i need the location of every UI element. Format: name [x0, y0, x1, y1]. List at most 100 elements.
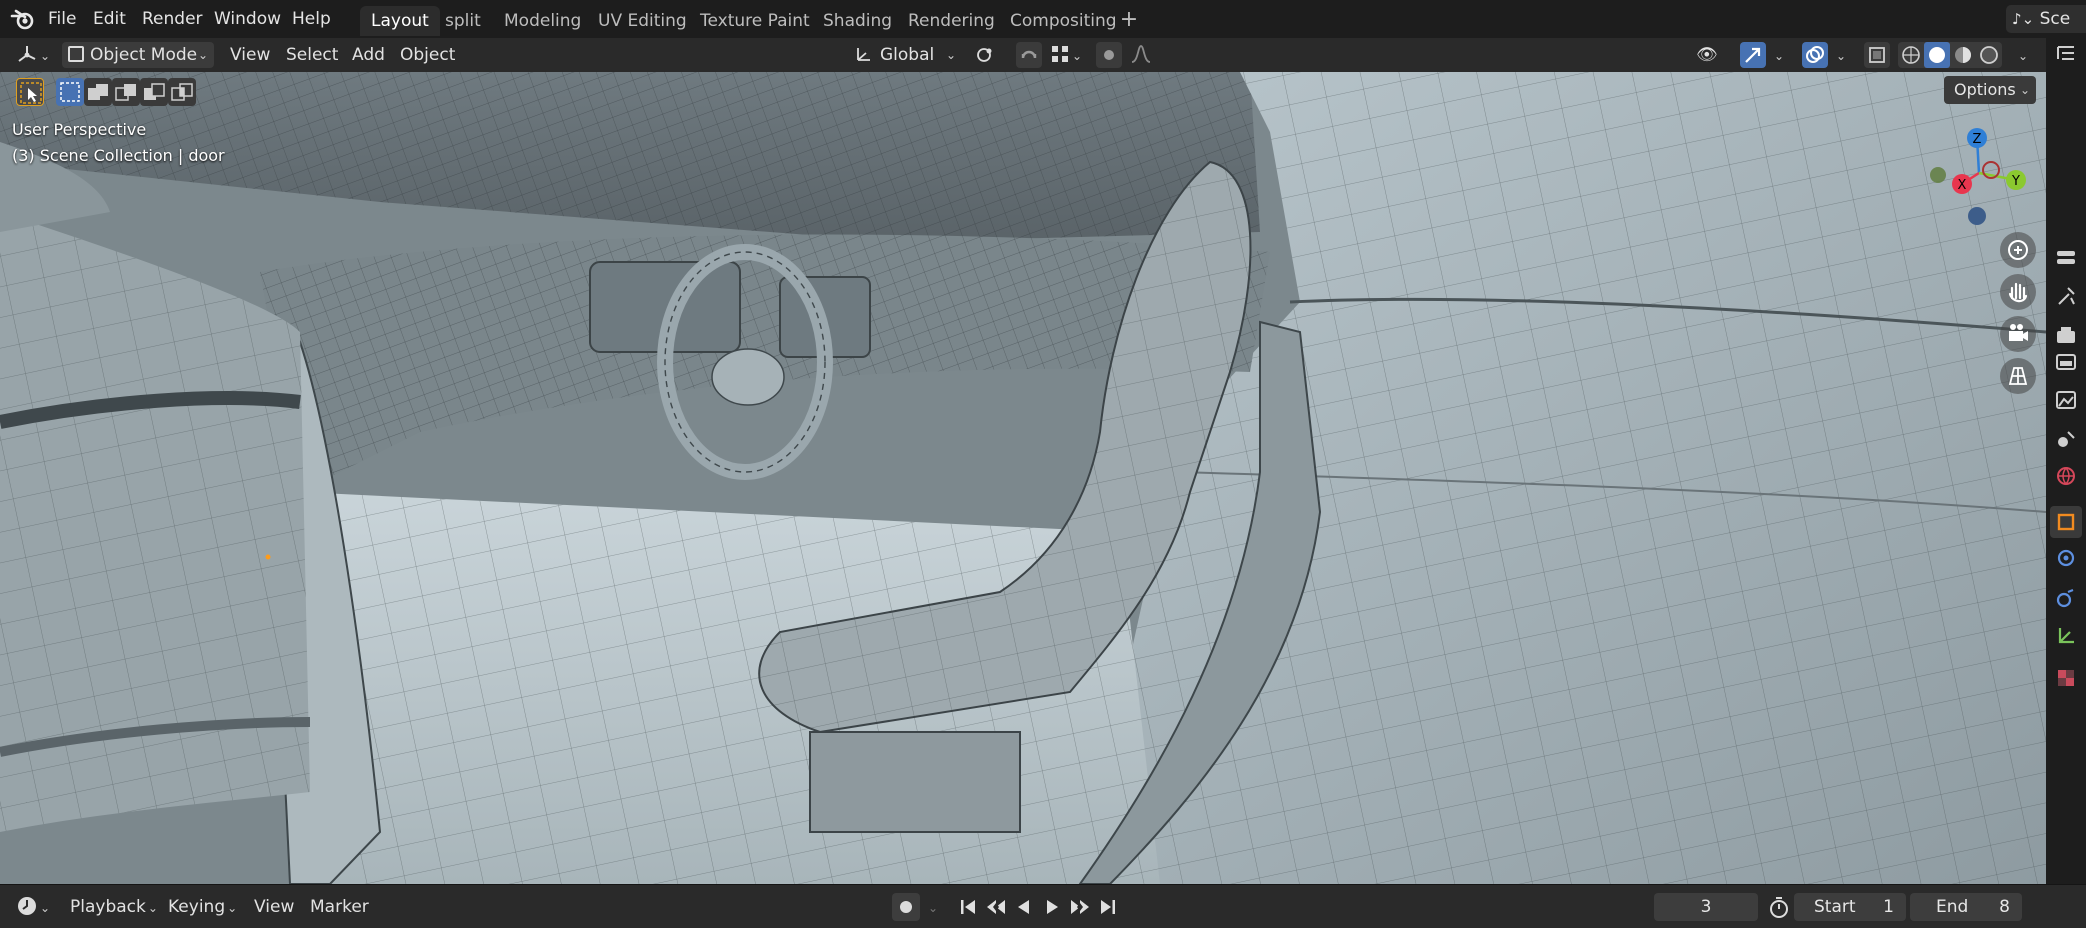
auto-keying-toggle[interactable]	[892, 893, 920, 921]
xray-toggle[interactable]	[1864, 42, 1890, 68]
snap-toggle[interactable]	[1016, 42, 1042, 68]
clock-icon	[18, 897, 36, 915]
chevron-down-icon: ⌄	[1773, 49, 1785, 63]
3d-viewport[interactable]: User Perspective (3) Scene Collection | …	[0, 72, 2046, 884]
tab-compositing[interactable]: Compositing	[999, 6, 1128, 36]
constraint-properties-icon[interactable]	[2054, 624, 2078, 648]
jump-end-icon[interactable]	[1096, 896, 1120, 918]
play-icon[interactable]	[1040, 896, 1064, 918]
properties-tab-strip	[2046, 38, 2086, 884]
jump-keyframe-next-icon[interactable]	[1068, 896, 1092, 918]
select-mode-extend[interactable]	[84, 78, 112, 106]
pivot-point-dropdown[interactable]: ⌄	[970, 42, 1004, 89]
select-mode-new[interactable]	[56, 78, 84, 106]
chevron-down-icon: ⌄	[39, 901, 51, 915]
jump-keyframe-prev-icon[interactable]	[984, 896, 1008, 918]
menu-file[interactable]: File	[42, 7, 82, 31]
play-reverse-icon[interactable]	[1012, 896, 1036, 918]
menu-add[interactable]: Add	[346, 42, 391, 68]
menu-render[interactable]: Render	[136, 7, 209, 31]
zoom-button[interactable]	[2000, 232, 2036, 268]
pan-button[interactable]	[2000, 274, 2036, 310]
tab-layout[interactable]: Layout	[360, 6, 440, 36]
tab-uv-editing[interactable]: UV Editing	[587, 6, 698, 36]
properties-editor-icon[interactable]	[2054, 246, 2078, 270]
start-frame-field[interactable]: Start 1	[1794, 893, 1906, 921]
render-properties-icon[interactable]	[2054, 324, 2078, 348]
tab-rendering[interactable]: Rendering	[897, 6, 1006, 36]
physics-properties-icon[interactable]	[2054, 586, 2078, 610]
world-properties-icon[interactable]	[2054, 464, 2078, 488]
scene-collection-label: (3) Scene Collection | door	[12, 146, 225, 165]
menu-select[interactable]: Select	[280, 42, 344, 68]
scene-properties-icon[interactable]	[2054, 428, 2078, 452]
chevron-down-icon: ⌄	[1071, 49, 1083, 63]
add-workspace-button[interactable]: +	[1118, 6, 1140, 34]
keying-menu[interactable]: Keying ⌄	[162, 893, 245, 921]
start-frame-label: Start	[1814, 897, 1856, 917]
wireframe-shading-icon[interactable]	[1898, 42, 1924, 68]
preview-range-toggle[interactable]	[1766, 893, 1792, 921]
select-box-tool[interactable]	[16, 78, 44, 106]
solid-shading-button[interactable]	[1924, 42, 1950, 68]
auto-keying-options-dropdown[interactable]: ⌄	[920, 893, 946, 921]
zoom-icon	[2008, 240, 2028, 260]
snap-target-dropdown[interactable]: ⌄	[1044, 42, 1090, 68]
end-frame-field[interactable]: End 8	[1910, 893, 2022, 921]
playback-menu[interactable]: Playback ⌄	[64, 893, 166, 921]
object-properties-icon	[2057, 513, 2075, 531]
menu-window[interactable]: Window	[208, 7, 287, 31]
outliner-icon[interactable]	[2054, 42, 2078, 66]
object-properties-tab[interactable]	[2050, 506, 2082, 538]
stopwatch-icon	[1770, 897, 1788, 918]
options-label: Options	[1954, 80, 2016, 99]
jump-start-icon[interactable]	[956, 896, 980, 918]
mode-dropdown[interactable]: Object Mode ⌄	[62, 42, 214, 68]
select-mode-intersect[interactable]	[168, 78, 196, 106]
chevron-down-icon: ⌄	[1835, 49, 1847, 63]
tab-texture-paint[interactable]: Texture Paint	[689, 6, 821, 36]
scene-selector[interactable]: ♪⌄ Sce	[2006, 5, 2086, 33]
gizmo-options-dropdown[interactable]: ⌄	[1766, 42, 1792, 68]
select-mode-invert[interactable]	[140, 78, 168, 106]
tab-modeling[interactable]: Modeling	[493, 6, 592, 36]
blender-logo-icon[interactable]	[10, 7, 36, 31]
transform-orientation-label: Global	[880, 45, 935, 65]
transform-orientation-dropdown[interactable]: Global ⌄	[848, 42, 960, 68]
material-shading-icon[interactable]	[1950, 42, 1976, 68]
timeline-view-menu[interactable]: View	[248, 893, 300, 921]
editor-type-button[interactable]: ⌄	[10, 42, 58, 68]
gizmo-toggle[interactable]	[1740, 42, 1766, 68]
tab-shading[interactable]: Shading	[812, 6, 903, 36]
top-menu-bar: File Edit Render Window Help Layout spli…	[0, 0, 2086, 38]
select-mode-subtract[interactable]	[112, 78, 140, 106]
marker-menu[interactable]: Marker	[304, 893, 375, 921]
tab-split[interactable]: split	[434, 6, 492, 36]
view-layer-properties-icon[interactable]	[2054, 388, 2078, 412]
falloff-dropdown[interactable]: ⌄	[1124, 42, 1164, 89]
select-subtract-icon	[115, 84, 136, 101]
rendered-shading-icon[interactable]	[1976, 42, 2002, 68]
menu-object[interactable]: Object	[394, 42, 461, 68]
ortho-toggle-button[interactable]	[2000, 358, 2036, 394]
eye-icon: 👁	[1696, 45, 1718, 65]
modifier-properties-icon[interactable]	[2054, 546, 2078, 570]
current-frame-field[interactable]: 3	[1654, 893, 1758, 921]
proportional-edit-toggle[interactable]	[1096, 42, 1122, 68]
gizmo-arrow-icon	[1745, 47, 1761, 63]
navigation-gizmo[interactable]: Z X Y	[1924, 118, 2034, 228]
tool-properties-icon[interactable]	[2054, 284, 2078, 308]
menu-view[interactable]: View	[224, 42, 276, 68]
visibility-dropdown[interactable]: 👁⌄	[1690, 42, 1730, 89]
menu-edit[interactable]: Edit	[87, 7, 132, 31]
texture-properties-icon[interactable]	[2054, 666, 2078, 690]
options-dropdown[interactable]: Options ⌄	[1944, 76, 2036, 104]
overlays-options-dropdown[interactable]: ⌄	[1828, 42, 1854, 68]
timeline-header: ⌄ Playback ⌄ Keying ⌄ View Marker ⌄ 3 Star…	[0, 884, 2086, 928]
camera-view-button[interactable]	[2000, 316, 2036, 352]
overlays-toggle[interactable]	[1802, 42, 1828, 68]
menu-help[interactable]: Help	[286, 7, 337, 31]
output-properties-icon[interactable]	[2054, 350, 2078, 374]
timeline-editor-type-button[interactable]: ⌄	[10, 893, 58, 921]
shading-options-dropdown[interactable]: ⌄	[2010, 42, 2036, 68]
